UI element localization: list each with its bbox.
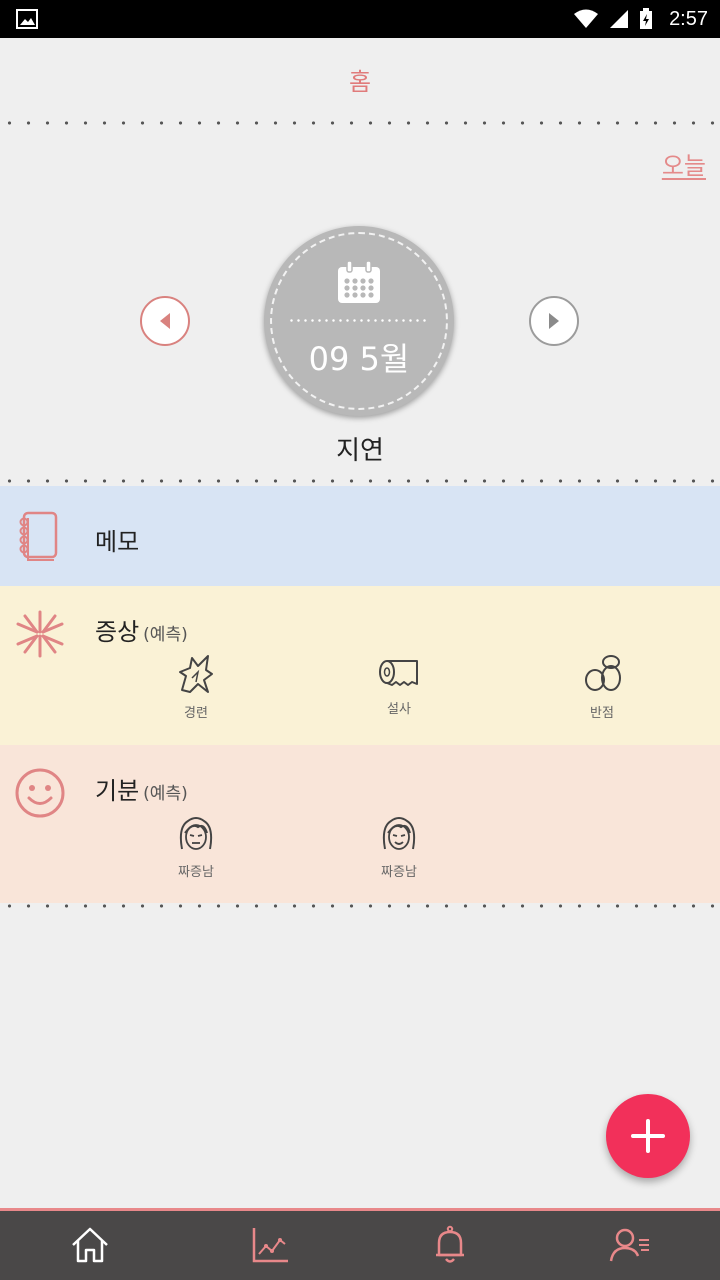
- symptom-item-label: 반점: [590, 706, 614, 721]
- memo-title: 메모: [95, 528, 140, 556]
- next-date-button[interactable]: [529, 296, 579, 346]
- add-button[interactable]: [606, 1094, 690, 1178]
- mood-item-label: 짜증남: [381, 865, 417, 880]
- wifi-icon: [574, 9, 599, 28]
- today-link[interactable]: 오늘: [662, 146, 706, 181]
- page-title: 홈: [348, 68, 372, 96]
- home-icon: [72, 1227, 108, 1263]
- mood-title-text: 기분: [95, 777, 140, 805]
- battery-icon: [640, 8, 653, 29]
- cycle-status: 지연: [336, 436, 384, 466]
- spots-icon: [585, 655, 621, 691]
- mood-item-annoyed[interactable]: 짜증남: [349, 815, 449, 880]
- symptom-title-text: 증상: [95, 618, 140, 646]
- symptom-subtitle: (예측): [143, 625, 188, 645]
- symptom-section[interactable]: 증상 (예측) 경련 설사 반점: [0, 586, 720, 746]
- nav-profile[interactable]: [608, 1223, 652, 1267]
- divider: [0, 479, 720, 483]
- mood-title: 기분 (예측): [95, 771, 188, 806]
- symptom-item-cramp[interactable]: 경련: [146, 654, 246, 721]
- annoyed-face-icon: [179, 817, 213, 850]
- notebook-icon: [19, 511, 58, 561]
- status-bar: 2:57: [0, 0, 720, 38]
- memo-section[interactable]: 메모: [0, 486, 720, 586]
- mood-item-label: 짜증남: [178, 865, 214, 880]
- symptom-item-label: 경련: [184, 706, 208, 721]
- chevron-right-icon: [549, 313, 559, 329]
- symptom-item-spots[interactable]: 반점: [552, 654, 652, 721]
- image-notification-icon: [16, 9, 38, 29]
- nav-notifications[interactable]: [428, 1223, 472, 1267]
- selected-date: 09 5월: [308, 340, 410, 378]
- chevron-left-icon: [160, 313, 170, 329]
- plus-icon: [631, 1119, 665, 1153]
- mood-item-annoyed[interactable]: 짜증남: [146, 815, 246, 880]
- symptom-item-label: 설사: [387, 702, 411, 717]
- profile-icon: [609, 1228, 649, 1262]
- cramp-icon: [179, 655, 213, 693]
- mood-subtitle: (예측): [143, 784, 188, 804]
- symptom-item-diarrhea[interactable]: 설사: [349, 658, 449, 717]
- bottom-navigation: [0, 1208, 720, 1280]
- asterisk-icon: [16, 610, 64, 658]
- annoyed-face-icon: [382, 817, 416, 850]
- mood-section[interactable]: 기분 (예측) 짜증남 짜증남: [0, 745, 720, 903]
- smiley-icon: [15, 768, 65, 818]
- signal-icon: [610, 10, 629, 28]
- bell-icon: [436, 1225, 464, 1263]
- date-circle[interactable]: 09 5월: [264, 226, 454, 416]
- date-separator: [288, 319, 430, 322]
- divider: [0, 904, 720, 908]
- nav-chart[interactable]: [248, 1223, 292, 1267]
- previous-date-button[interactable]: [140, 296, 190, 346]
- divider: [0, 121, 720, 125]
- chart-icon: [252, 1228, 288, 1263]
- toilet-paper-icon: [379, 660, 418, 686]
- symptom-title: 증상 (예측): [95, 612, 188, 647]
- nav-home[interactable]: [68, 1223, 112, 1267]
- calendar-icon: [338, 260, 380, 303]
- clock: 2:57: [669, 7, 708, 30]
